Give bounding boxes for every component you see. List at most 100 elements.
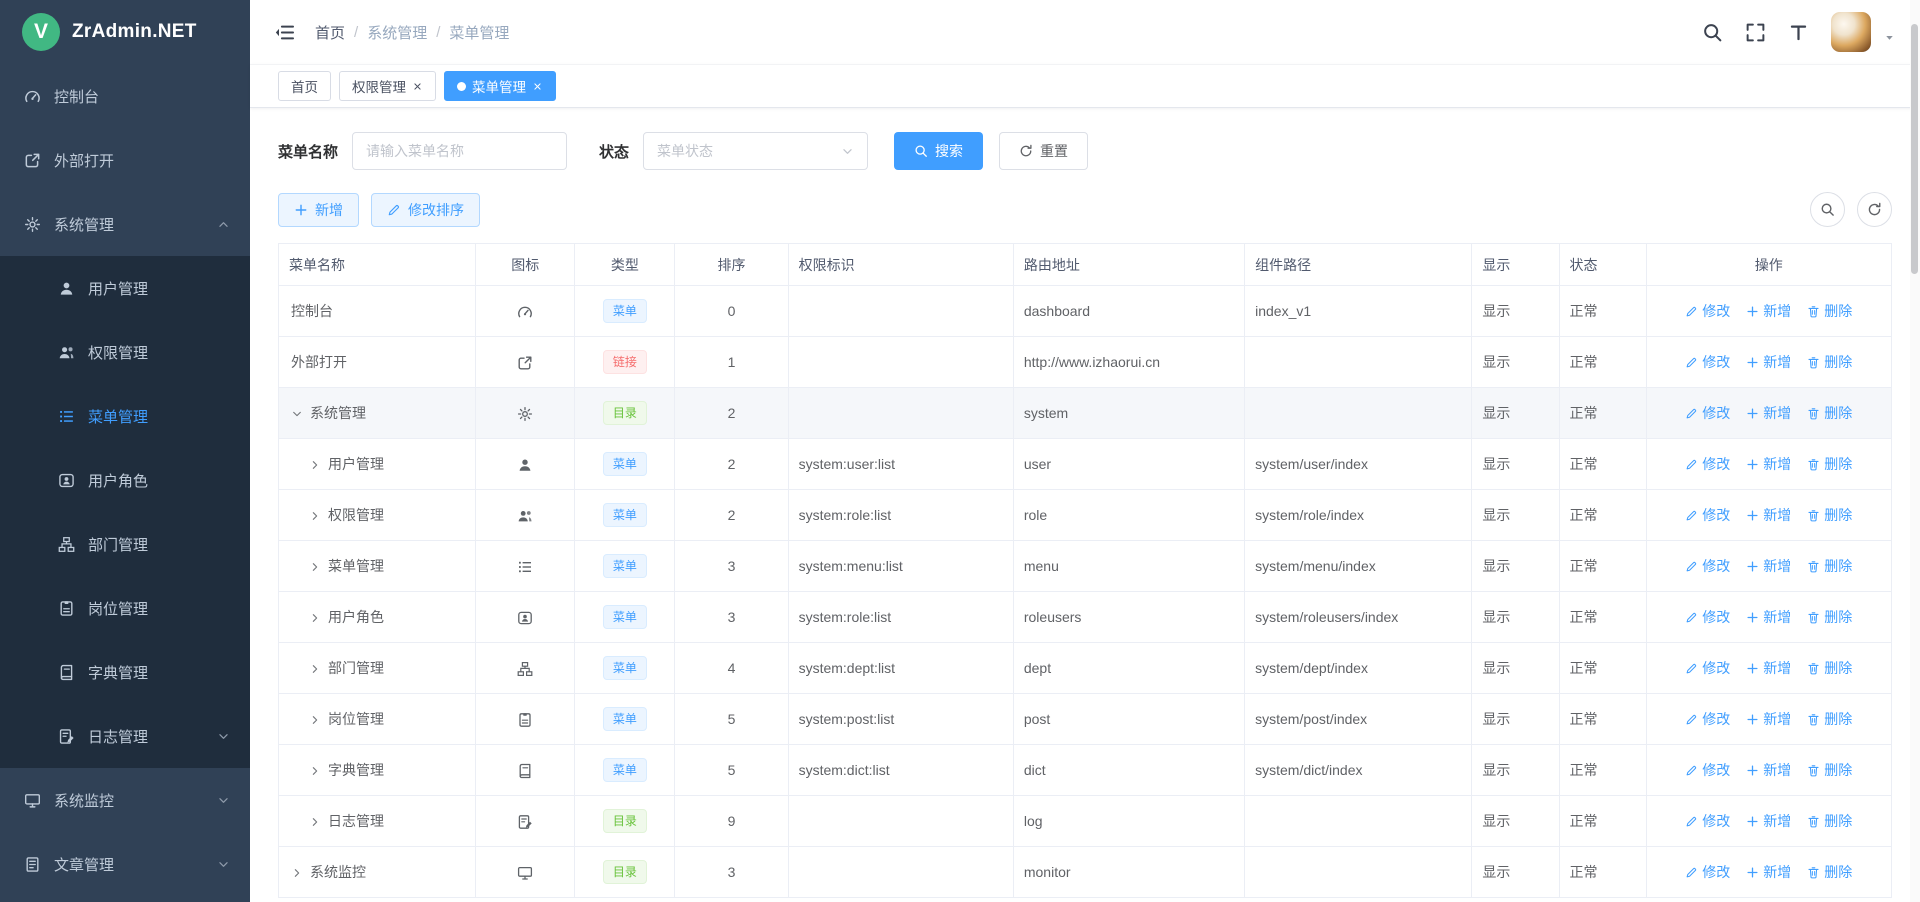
delete-link[interactable]: 删除 [1807,301,1852,321]
delete-link[interactable]: 删除 [1807,862,1852,882]
reset-button[interactable]: 重置 [999,132,1088,170]
row-expand-icon[interactable] [309,561,321,573]
edit-link[interactable]: 修改 [1685,301,1730,321]
edit-link[interactable]: 修改 [1685,811,1730,831]
row-expand-icon[interactable] [309,510,321,522]
add-link[interactable]: 新增 [1746,454,1791,474]
add-button-label: 新增 [315,200,343,220]
edit-link[interactable]: 修改 [1685,505,1730,525]
add-link[interactable]: 新增 [1746,658,1791,678]
cell-actions: 修改新增 删除 [1646,439,1891,490]
delete-link[interactable]: 删除 [1807,709,1852,729]
edit-link[interactable]: 修改 [1685,352,1730,372]
cell-sort: 2 [675,439,788,490]
search-button[interactable]: 搜索 [894,132,983,170]
sidebar-item-dept[interactable]: 部门管理 [0,512,250,576]
user-menu-caret-icon[interactable] [1883,31,1896,44]
edit-link[interactable]: 修改 [1685,556,1730,576]
menu-icon [58,408,75,425]
delete-label: 删除 [1824,454,1852,474]
row-expand-icon[interactable] [291,408,303,420]
edit-link[interactable]: 修改 [1685,607,1730,627]
edit-link[interactable]: 修改 [1685,403,1730,423]
breadcrumb-home[interactable]: 首页 [315,22,345,43]
scrollbar[interactable] [1910,0,1920,902]
external-link-icon [517,355,533,371]
sidebar-item-console[interactable]: 控制台 [0,64,250,128]
sidebar-item-menu[interactable]: 菜单管理 [0,384,250,448]
sidebar-item-roleusers[interactable]: 用户角色 [0,448,250,512]
edit-link[interactable]: 修改 [1685,658,1730,678]
tab-home[interactable]: 首页 [278,71,331,101]
tab-role[interactable]: 权限管理 [339,71,436,101]
sidebar-item-user[interactable]: 用户管理 [0,256,250,320]
row-expand-icon[interactable] [309,765,321,777]
row-expand-icon[interactable] [309,816,321,828]
row-expand-icon[interactable] [309,612,321,624]
add-button[interactable]: 新增 [278,193,359,227]
sidebar-item-post[interactable]: 岗位管理 [0,576,250,640]
fullscreen-icon[interactable] [1745,22,1766,43]
status-select[interactable]: 菜单状态 [643,132,868,170]
delete-link[interactable]: 删除 [1807,352,1852,372]
table-search-button[interactable] [1810,192,1845,227]
filter-bar: 菜单名称 状态 菜单状态 搜索 重置 [278,132,1892,170]
sidebar-item-system[interactable]: 系统管理 [0,192,250,256]
sidebar-item-monitor[interactable]: 系统监控 [0,768,250,832]
delete-link[interactable]: 删除 [1807,403,1852,423]
edit-link[interactable]: 修改 [1685,862,1730,882]
row-expand-icon[interactable] [291,867,303,879]
sidebar-item-external[interactable]: 外部打开 [0,128,250,192]
delete-link[interactable]: 删除 [1807,811,1852,831]
breadcrumb-menu: 菜单管理 [449,22,509,43]
row-expand-icon[interactable] [309,714,321,726]
row-expand-icon[interactable] [309,459,321,471]
plus-icon [1746,713,1759,726]
table-refresh-button[interactable] [1857,192,1892,227]
sidebar-item-role[interactable]: 权限管理 [0,320,250,384]
add-link[interactable]: 新增 [1746,862,1791,882]
header-search-icon[interactable] [1702,22,1723,43]
table-row-external: 外部打开链接1http://www.izhaorui.cn显示正常修改新增删除 [279,337,1892,388]
tab-close-icon[interactable] [532,81,543,92]
delete-link[interactable]: 删除 [1807,505,1852,525]
logo[interactable]: V ZrAdmin.NET [0,0,250,64]
cell-menu-name: 日志管理 [279,796,476,847]
edit-link[interactable]: 修改 [1685,760,1730,780]
add-link[interactable]: 新增 [1746,811,1791,831]
add-link[interactable]: 新增 [1746,760,1791,780]
delete-link[interactable]: 删除 [1807,454,1852,474]
scrollbar-thumb[interactable] [1911,24,1918,274]
sidebar-item-label: 控制台 [54,86,99,107]
tab-menu[interactable]: 菜单管理 [444,71,556,101]
edit-link[interactable]: 修改 [1685,709,1730,729]
tab-close-icon[interactable] [412,81,423,92]
sidebar-item-article[interactable]: 文章管理 [0,832,250,896]
add-link[interactable]: 新增 [1746,556,1791,576]
avatar[interactable] [1831,12,1871,52]
cell-path: log [1013,796,1244,847]
add-link[interactable]: 新增 [1746,301,1791,321]
add-link[interactable]: 新增 [1746,709,1791,729]
column-header-5: 路由地址 [1013,244,1244,286]
delete-link[interactable]: 删除 [1807,658,1852,678]
menu-name-input[interactable] [352,132,567,170]
add-link[interactable]: 新增 [1746,607,1791,627]
add-link[interactable]: 新增 [1746,505,1791,525]
edit-link[interactable]: 修改 [1685,454,1730,474]
delete-link[interactable]: 删除 [1807,760,1852,780]
sidebar-item-log[interactable]: 日志管理 [0,704,250,768]
edit-icon [1685,662,1698,675]
cell-sort: 1 [675,337,788,388]
modify-sort-button[interactable]: 修改排序 [371,193,480,227]
sidebar-toggle-icon[interactable] [274,22,295,43]
add-link[interactable]: 新增 [1746,352,1791,372]
add-link[interactable]: 新增 [1746,403,1791,423]
cell-perms: system:role:list [788,490,1013,541]
add-label: 新增 [1763,658,1791,678]
delete-link[interactable]: 删除 [1807,607,1852,627]
font-size-icon[interactable] [1788,22,1809,43]
row-expand-icon[interactable] [309,663,321,675]
sidebar-item-dict[interactable]: 字典管理 [0,640,250,704]
delete-link[interactable]: 删除 [1807,556,1852,576]
